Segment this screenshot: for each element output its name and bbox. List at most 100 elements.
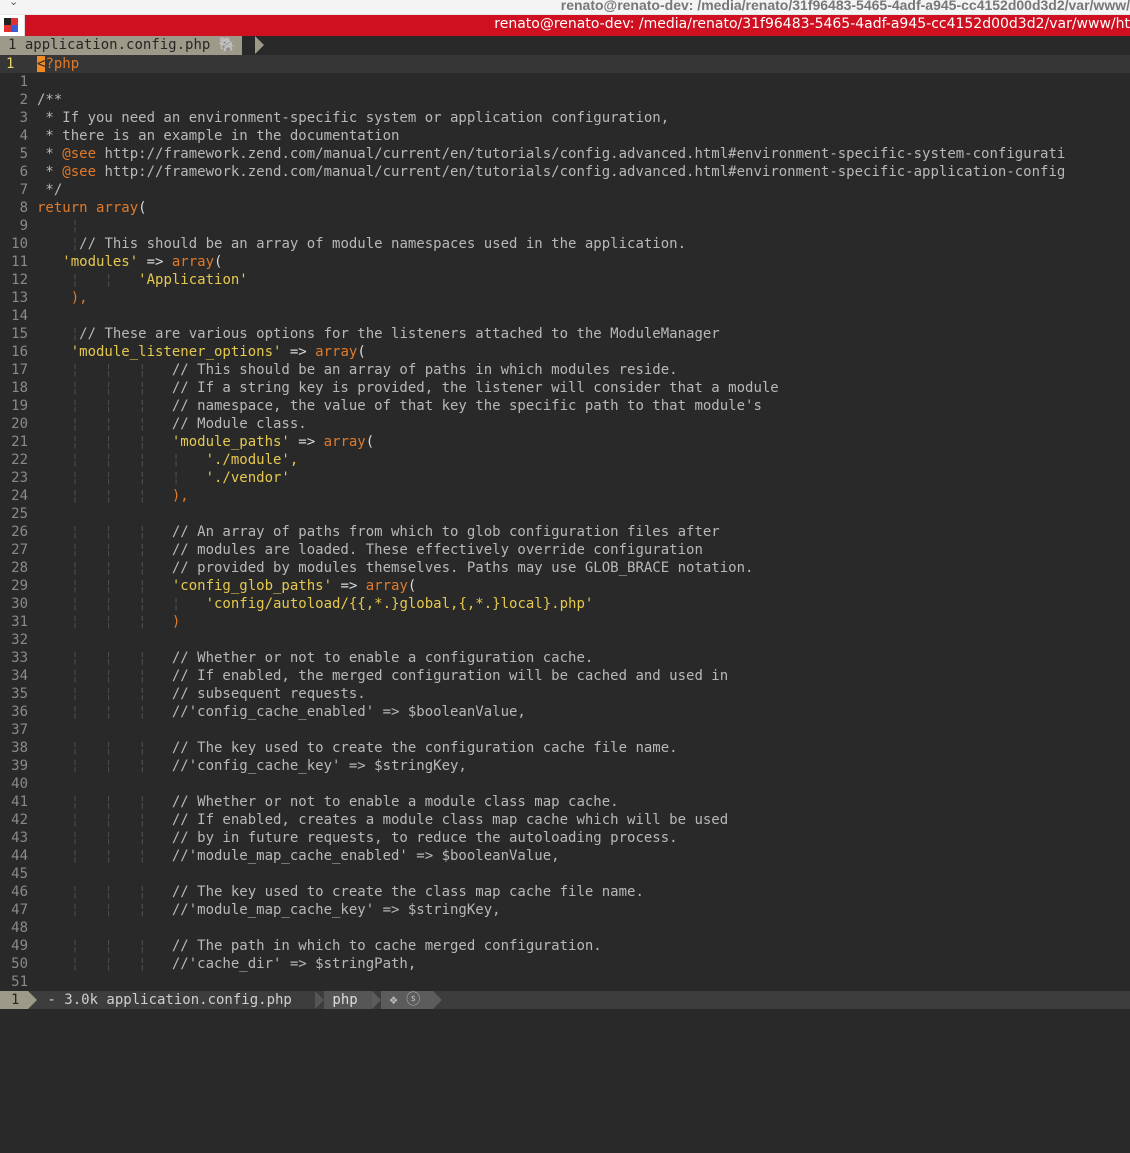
indent-guide: ¦ ¦ ¦ [37, 938, 172, 954]
code-line[interactable]: 42 ¦ ¦ ¦ // If enabled, creates a module… [0, 811, 1130, 829]
code-token: // modules are loaded. These effectively… [171, 542, 703, 558]
code-line[interactable]: 34 ¦ ¦ ¦ // If enabled, the merged confi… [0, 667, 1130, 685]
line-number: 5 [19, 146, 28, 162]
code-line[interactable]: 12 ¦ ¦ 'Application' [0, 271, 1130, 289]
indent-guide: ¦ ¦ ¦ [37, 560, 172, 576]
code-line[interactable]: 27 ¦ ¦ ¦ // modules are loaded. These ef… [0, 541, 1130, 559]
code-line[interactable]: 38 ¦ ¦ ¦ // The key used to create the c… [0, 739, 1130, 757]
code-line[interactable]: 37 [0, 721, 1130, 739]
line-number: 16 [11, 344, 28, 360]
code-line[interactable]: 4 * there is an example in the documenta… [0, 127, 1130, 145]
code-line[interactable]: 29 ¦ ¦ ¦ 'config_glob_paths' => array( [0, 577, 1130, 595]
indent-guide: ¦ ¦ ¦ ¦ [37, 452, 206, 468]
code-token: // An array of paths from which to glob … [171, 524, 720, 540]
terminal-titlebar[interactable]: renato@renato-dev: /media/renato/31f9648… [0, 14, 1130, 36]
code-token: array [171, 254, 215, 270]
code-line[interactable]: 24 ¦ ¦ ¦ ), [0, 487, 1130, 505]
code-token: // This should be an array of paths in w… [171, 362, 678, 378]
code-token: // If a string key is provided, the list… [171, 380, 779, 396]
code-line[interactable]: 44 ¦ ¦ ¦ //'module_map_cache_enabled' =>… [0, 847, 1130, 865]
line-number: 49 [11, 938, 28, 954]
code-line[interactable]: 25 [0, 505, 1130, 523]
code-line[interactable]: 40 [0, 775, 1130, 793]
indent-guide: ¦ ¦ [37, 272, 139, 288]
code-line[interactable]: 15 ¦// These are various options for the… [0, 325, 1130, 343]
code-line[interactable]: 16 'module_listener_options' => array( [0, 343, 1130, 361]
code-token: // The key used to create the class map … [171, 884, 644, 900]
code-line[interactable]: 47 ¦ ¦ ¦ //'module_map_cache_key' => $st… [0, 901, 1130, 919]
status-arrow [315, 991, 324, 1009]
code-line[interactable]: 5 * @see http://framework.zend.com/manua… [0, 145, 1130, 163]
line-number: 42 [11, 812, 28, 828]
chevron-down-icon[interactable]: ⌄ [9, 0, 18, 8]
code-token: @see [62, 164, 97, 180]
os-window-title: renato@renato-dev: /media/renato/31f9648… [560, 0, 1130, 13]
code-token: ( [214, 254, 223, 270]
code-token: ( [357, 344, 366, 360]
code-line[interactable]: 32 [0, 631, 1130, 649]
code-line[interactable]: 8 return array( [0, 199, 1130, 217]
code-line[interactable]: 14 [0, 307, 1130, 325]
code-line[interactable]: 21 ¦ ¦ ¦ 'module_paths' => array( [0, 433, 1130, 451]
code-line[interactable]: 48 [0, 919, 1130, 937]
terminal-app-icon[interactable] [0, 15, 25, 36]
code-line[interactable]: 19 ¦ ¦ ¦ // namespace, the value of that… [0, 397, 1130, 415]
code-line[interactable]: 1 <?php [0, 55, 1130, 73]
code-line[interactable]: 1 [0, 73, 1130, 91]
indent-guide: ¦ ¦ ¦ [37, 380, 172, 396]
code-line[interactable]: 18 ¦ ¦ ¦ // If a string key is provided,… [0, 379, 1130, 397]
indent-guide: ¦ ¦ ¦ [37, 578, 172, 594]
code-line[interactable]: 41 ¦ ¦ ¦ // Whether or not to enable a m… [0, 793, 1130, 811]
line-number: 36 [11, 704, 28, 720]
code-line[interactable]: 17 ¦ ¦ ¦ // This should be an array of p… [0, 361, 1130, 379]
tab-application-config[interactable]: 1 application.config.php 🐘 [0, 36, 243, 55]
line-number: 25 [11, 506, 28, 522]
code-line[interactable]: 50 ¦ ¦ ¦ //'cache_dir' => $stringPath, [0, 955, 1130, 973]
code-line[interactable]: 28 ¦ ¦ ¦ // provided by modules themselv… [0, 559, 1130, 577]
line-number: 51 [11, 974, 28, 990]
code-token: // Module class. [171, 416, 307, 432]
line-number: 2 [19, 92, 28, 108]
code-line[interactable]: 7 */ [0, 181, 1130, 199]
code-line[interactable]: 22 ¦ ¦ ¦ ¦ './module', [0, 451, 1130, 469]
code-line[interactable]: 11 'modules' => array( [0, 253, 1130, 271]
line-number: 13 [11, 290, 28, 306]
code-line[interactable]: 46 ¦ ¦ ¦ // The key used to create the c… [0, 883, 1130, 901]
code-line[interactable]: 35 ¦ ¦ ¦ // subsequent requests. [0, 685, 1130, 703]
indent-guide: ¦ ¦ ¦ [37, 884, 172, 900]
line-number: 35 [11, 686, 28, 702]
code-line[interactable]: 26 ¦ ¦ ¦ // An array of paths from which… [0, 523, 1130, 541]
code-token: 'module_paths' [171, 434, 290, 450]
code-line[interactable]: 30 ¦ ¦ ¦ ¦ 'config/autoload/{{,*.}global… [0, 595, 1130, 613]
command-line[interactable] [0, 1009, 1130, 1021]
code-token: 'config_glob_paths' [171, 578, 333, 594]
code-line[interactable]: 13 ), [0, 289, 1130, 307]
code-token: @see [62, 146, 97, 162]
line-number: 8 [19, 200, 28, 216]
code-line[interactable]: 45 [0, 865, 1130, 883]
code-token: => [138, 254, 172, 270]
indent-guide: ¦ ¦ ¦ [37, 686, 172, 702]
tab-number: 1 [8, 37, 17, 53]
code-line[interactable]: 49 ¦ ¦ ¦ // The path in which to cache m… [0, 937, 1130, 955]
code-line[interactable]: 33 ¦ ¦ ¦ // Whether or not to enable a c… [0, 649, 1130, 667]
indent-guide: ¦ ¦ ¦ [37, 668, 172, 684]
code-token: array [315, 344, 358, 360]
code-line[interactable]: 9 ¦ [0, 217, 1130, 235]
code-line[interactable]: 2 /** [0, 91, 1130, 109]
code-line[interactable]: 39 ¦ ¦ ¦ //'config_cache_key' => $string… [0, 757, 1130, 775]
code-line[interactable]: 36 ¦ ¦ ¦ //'config_cache_enabled' => $bo… [0, 703, 1130, 721]
indent-guide: ¦ ¦ ¦ [37, 542, 172, 558]
code-line[interactable]: 23 ¦ ¦ ¦ ¦ './vendor' [0, 469, 1130, 487]
code-line[interactable]: 43 ¦ ¦ ¦ // by in future requests, to re… [0, 829, 1130, 847]
code-line[interactable]: 20 ¦ ¦ ¦ // Module class. [0, 415, 1130, 433]
code-line[interactable]: 10 ¦// This should be an array of module… [0, 235, 1130, 253]
code-token: * If you need an environment-specific sy… [37, 110, 670, 126]
code-line[interactable]: 31 ¦ ¦ ¦ ) [0, 613, 1130, 631]
status-filetype: php [324, 991, 372, 1009]
code-editor[interactable]: 1 <?php 1 2/** 3 * If you need an environmen… [0, 55, 1130, 991]
code-line[interactable]: 6 * @see http://framework.zend.com/manua… [0, 163, 1130, 181]
code-line[interactable]: 3 * If you need an environment-specific … [0, 109, 1130, 127]
code-line[interactable]: 51 [0, 973, 1130, 991]
line-number: 6 [19, 164, 28, 180]
